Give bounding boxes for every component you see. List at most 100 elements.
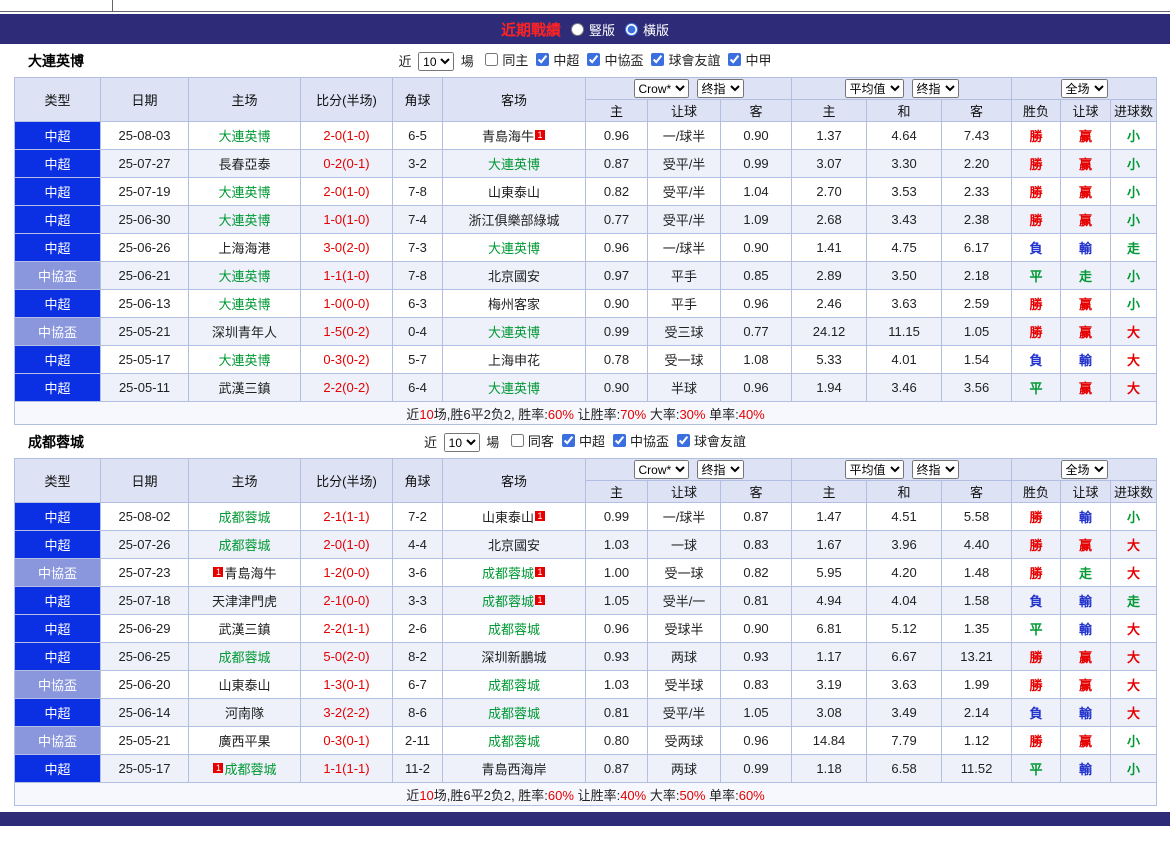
avg-draw-cell: 3.30 <box>866 149 943 178</box>
avg-home-cell: 3.19 <box>791 670 868 699</box>
handicap-result-cell: 赢 <box>1060 289 1112 318</box>
odds-time-select[interactable]: 终指 <box>696 460 744 479</box>
away-team-cell: 浙江俱樂部綠城 <box>442 205 586 234</box>
fulltime-select[interactable]: 全场 <box>1060 460 1108 479</box>
odds-company-select[interactable]: Crow* <box>633 79 689 98</box>
checkbox[interactable] <box>485 52 499 66</box>
away-team-cell: 山東泰山 <box>442 177 586 206</box>
matches-table: 类型 日期 主场 比分(半场) 角球 客场 Crow* 终指 平均值 终指 全场 主… <box>13 77 1158 425</box>
checkbox[interactable] <box>676 433 690 447</box>
team-name: 成都蓉城 <box>487 678 540 693</box>
goals-result-cell: 大 <box>1110 698 1158 727</box>
recent-count-select[interactable]: 10 <box>443 433 480 453</box>
filters-bar: 近 10 場 同主 中超 中協盃 球會友誼 中甲 <box>14 50 1156 72</box>
team-name: 廣西平果 <box>218 734 271 749</box>
avg-home-cell: 24.12 <box>791 317 868 346</box>
filter-checkbox-同客[interactable]: 同客 <box>510 431 554 450</box>
score-cell: 1-0(0-0) <box>300 289 393 318</box>
checkbox[interactable] <box>728 52 742 66</box>
result-cell: 勝 <box>1011 502 1062 531</box>
sub-result-header: 胜负 <box>1011 99 1062 122</box>
avg-away-cell: 5.58 <box>941 502 1013 531</box>
home-team-cell: 河南隊 <box>188 698 301 727</box>
average-time-select[interactable]: 终指 <box>911 79 959 98</box>
team-name: 上海海港 <box>218 241 271 256</box>
average-select[interactable]: 平均值 <box>844 460 904 479</box>
average-time-select[interactable]: 终指 <box>911 460 959 479</box>
checkbox[interactable] <box>510 433 524 447</box>
odds-away-cell: 1.04 <box>719 177 793 206</box>
filter-checkbox-球會友誼[interactable]: 球會友誼 <box>651 50 720 69</box>
odds-home-cell: 0.81 <box>585 698 648 727</box>
filter-checkbox-同主[interactable]: 同主 <box>485 50 528 69</box>
home-team-cell: 武漢三鎮 <box>188 614 301 643</box>
avg-home-cell: 1.18 <box>791 754 868 783</box>
summary-segment: 60% <box>738 787 765 803</box>
filter-checkbox-中超[interactable]: 中超 <box>536 50 579 69</box>
red-card-badge: 1 <box>213 567 224 577</box>
avg-draw-cell: 3.63 <box>866 670 943 699</box>
col-home-header: 主场 <box>188 77 301 122</box>
result-cell: 勝 <box>1011 670 1062 699</box>
odds-time-select[interactable]: 终指 <box>696 79 744 98</box>
home-team-cell: 大連英博 <box>188 261 301 290</box>
team-name: 青島海牛 <box>224 566 277 581</box>
odds-away-cell: 0.90 <box>719 121 793 150</box>
checkbox[interactable] <box>561 433 575 447</box>
corner-cell: 4-4 <box>392 530 443 559</box>
odds-company-select[interactable]: Crow* <box>633 460 689 479</box>
team-name: 深圳新鵬城 <box>481 650 547 665</box>
fulltime-select[interactable]: 全场 <box>1060 79 1108 98</box>
checkbox[interactable] <box>651 52 665 66</box>
corner-cell: 7-8 <box>392 261 443 290</box>
corner-cell: 6-5 <box>392 121 443 150</box>
horizontal-radio[interactable] <box>625 22 638 36</box>
checkbox[interactable] <box>536 52 550 66</box>
vertical-label: 豎版 <box>588 22 615 38</box>
odds-home-cell: 0.96 <box>585 233 648 262</box>
fulltime-group-header: 全场 <box>1011 77 1158 100</box>
filters-bar: 近 10 場 同客 中超 中協盃 球會友誼 <box>14 431 1156 453</box>
avg-draw-cell: 4.75 <box>866 233 943 262</box>
odds-away-cell: 0.85 <box>719 261 793 290</box>
avg-away-cell: 1.35 <box>941 614 1013 643</box>
checkbox[interactable] <box>587 52 601 66</box>
view-option-vertical[interactable]: 豎版 <box>570 20 615 39</box>
filter-checkbox-中協盃[interactable]: 中協盃 <box>587 50 643 69</box>
match-row: 中超 25-05-11 武漢三鎮 2-2(0-2) 6-4 大連英博 0.90 半球 0.96 1… <box>14 373 1158 402</box>
match-row: 中超 25-05-17 1 成都蓉城 1-1(1-1) 11-2 青島西海岸 0.87 两球 0.… <box>14 754 1158 783</box>
home-team-cell: 大連英博 <box>188 205 301 234</box>
average-select[interactable]: 平均值 <box>844 79 904 98</box>
odds-away-cell: 0.96 <box>719 373 793 402</box>
goals-result-cell: 小 <box>1110 726 1158 755</box>
summary-segment: 50% <box>679 787 706 803</box>
date-cell: 25-06-14 <box>100 698 189 727</box>
result-cell: 平 <box>1011 754 1062 783</box>
handicap-result-cell: 赢 <box>1060 317 1112 346</box>
filter-checkbox-中甲[interactable]: 中甲 <box>728 50 771 69</box>
summary-segment: 单率: <box>705 787 739 803</box>
view-option-horizontal[interactable]: 橫版 <box>625 20 669 39</box>
league-cell: 中超 <box>14 698 101 727</box>
filter-checkbox-中協盃[interactable]: 中協盃 <box>612 431 669 450</box>
away-team-cell: 山東泰山 1 <box>442 502 586 531</box>
handicap-cell: 受半/一 <box>647 586 721 615</box>
red-card-badge: 1 <box>535 130 545 140</box>
col-date-header: 日期 <box>100 458 189 503</box>
score-cell: 2-0(1-0) <box>300 530 393 559</box>
away-team-cell: 大連英博 <box>442 317 586 346</box>
handicap-result-cell: 赢 <box>1060 205 1112 234</box>
odds-home-cell: 0.97 <box>585 261 648 290</box>
team-name: 武漢三鎮 <box>218 381 271 396</box>
filter-checkbox-中超[interactable]: 中超 <box>561 431 605 450</box>
vertical-radio[interactable] <box>570 22 584 36</box>
league-cell: 中超 <box>14 502 101 531</box>
match-row: 中超 25-06-30 大連英博 1-0(1-0) 7-4 浙江俱樂部綠城 0.77 受平/半… <box>14 205 1158 234</box>
col-score-header: 比分(半场) <box>300 77 393 122</box>
team-name: 大連英博 <box>218 269 271 284</box>
checkbox[interactable] <box>612 433 626 447</box>
avg-home-cell: 1.47 <box>791 502 868 531</box>
red-card-badge: 1 <box>213 763 224 773</box>
filter-checkbox-球會友誼[interactable]: 球會友誼 <box>676 431 746 450</box>
recent-count-select[interactable]: 10 <box>418 52 455 72</box>
